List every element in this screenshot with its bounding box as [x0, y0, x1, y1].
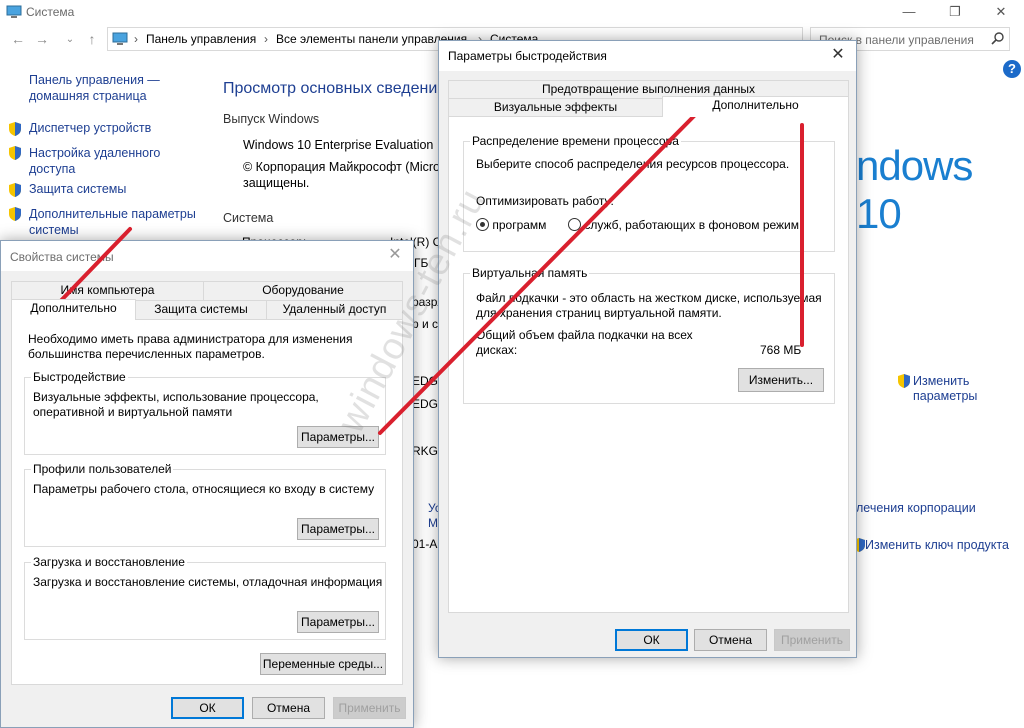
shield-icon: [8, 182, 22, 201]
radio-services-button[interactable]: [568, 218, 581, 231]
copyright-text: © Корпорация Майкрософт (Micro: [243, 160, 441, 174]
dialog-title: Параметры быстродействия: [448, 49, 607, 63]
chevron-right-icon: ›: [134, 32, 138, 46]
user-profiles-label: Профили пользователей: [31, 462, 174, 476]
page-title: Просмотр основных сведений: [223, 80, 447, 97]
change-settings-link-2[interactable]: параметры: [913, 389, 977, 403]
control-panel-icon: [112, 32, 128, 49]
tab-advanced[interactable]: Дополнительно: [662, 96, 849, 117]
computer-icon: [6, 5, 22, 22]
performance-desc: Визуальные эффекты, использование процес…: [33, 390, 319, 419]
processor-scheduling-group: Распределение времени процессора Выберит…: [463, 134, 835, 252]
virtual-memory-label: Виртуальная память: [470, 266, 590, 280]
user-profiles-settings-button[interactable]: Параметры...: [297, 518, 379, 540]
search-icon[interactable]: [991, 31, 1005, 48]
license-terms-link[interactable]: лечения корпорации: [856, 501, 976, 515]
close-icon[interactable]: ✕: [377, 241, 413, 271]
dialog-title: Свойства системы: [10, 250, 114, 264]
ok-button[interactable]: ОК: [615, 629, 688, 651]
main-titlebar: Система — ❐ ✕: [0, 0, 1024, 26]
performance-options-dialog: Параметры быстродействия ✕ Предотвращени…: [438, 40, 857, 658]
windows-10-logo: ndows 10: [856, 142, 973, 237]
apply-button[interactable]: Применить: [333, 697, 406, 719]
ok-button[interactable]: ОК: [171, 697, 244, 719]
tab-system-protection[interactable]: Защита системы: [135, 300, 267, 319]
processor-scheduling-label: Распределение времени процессора: [470, 134, 681, 148]
radio-background-services[interactable]: служб, работающих в фоновом режим: [568, 218, 830, 232]
shield-icon: [897, 373, 911, 392]
shield-icon: [8, 121, 22, 140]
shield-icon: [8, 206, 22, 225]
forward-icon[interactable]: →: [32, 31, 52, 47]
edition-value: Windows 10 Enterprise Evaluation: [243, 138, 434, 152]
window-title: Система: [26, 5, 75, 19]
advanced-tab-panel: Распределение времени процессора Выберит…: [448, 116, 849, 613]
system-properties-titlebar: Свойства системы ✕: [1, 241, 413, 271]
tab-hardware[interactable]: Оборудование: [203, 281, 403, 300]
change-settings-link[interactable]: Изменить: [913, 374, 969, 388]
chevron-right-icon: ›: [264, 32, 268, 46]
sidebar-item-remote-access[interactable]: Настройка удаленного доступа: [29, 145, 169, 177]
startup-recovery-desc: Загрузка и восстановление системы, отлад…: [33, 575, 383, 589]
close-icon[interactable]: ✕: [820, 41, 856, 71]
paging-total-label-2: дисках:: [476, 343, 518, 357]
minimize-button[interactable]: —: [886, 0, 932, 26]
virtual-memory-desc-2: для хранения страниц виртуальной памяти.: [476, 306, 722, 320]
cancel-button[interactable]: Отмена: [694, 629, 767, 651]
cancel-button[interactable]: Отмена: [252, 697, 325, 719]
product-id-fragment: 01-A: [412, 537, 438, 551]
environment-variables-button[interactable]: Переменные среды...: [260, 653, 386, 675]
change-product-key-link[interactable]: Изменить ключ продукта: [865, 538, 1009, 552]
radio-programs-label: программ: [492, 218, 547, 232]
processor-scheduling-desc: Выберите способ распределения ресурсов п…: [476, 157, 790, 171]
tab-computer-name[interactable]: Имя компьютера: [11, 281, 204, 300]
user-profiles-group: Профили пользователей Параметры рабочего…: [24, 462, 386, 547]
advanced-tab-panel: Необходимо иметь права администратора дл…: [11, 319, 403, 685]
edition-section-label: Выпуск Windows: [223, 112, 320, 126]
up-icon[interactable]: ↑: [82, 31, 102, 47]
system-section-label: Система: [223, 211, 274, 225]
close-button[interactable]: ✕: [978, 0, 1024, 26]
tab-visual-effects[interactable]: Визуальные эффекты: [448, 98, 663, 117]
virtual-memory-desc: Файл подкачки - это область на жестком д…: [476, 291, 822, 305]
startup-recovery-group: Загрузка и восстановление Загрузка и вос…: [24, 555, 386, 640]
startup-recovery-label: Загрузка и восстановление: [31, 555, 187, 569]
performance-label: Быстродействие: [31, 370, 128, 384]
optimize-label: Оптимизировать работу:: [476, 194, 614, 208]
sidebar-item-system-protection[interactable]: Защита системы: [29, 182, 126, 196]
breadcrumb-control-panel[interactable]: Панель управления: [146, 32, 256, 46]
user-profiles-desc: Параметры рабочего стола, относящиеся ко…: [33, 482, 375, 496]
copyright-text-2: защищены.: [243, 176, 310, 190]
back-icon[interactable]: ←: [8, 31, 28, 47]
virtual-memory-group: Виртуальная память Файл подкачки - это о…: [463, 266, 835, 404]
sidebar-item-device-manager[interactable]: Диспетчер устройств: [29, 121, 151, 135]
system-properties-dialog: Свойства системы ✕ Имя компьютера Оборуд…: [0, 240, 414, 728]
sidebar-item-advanced-settings[interactable]: Дополнительные параметры системы: [29, 206, 199, 238]
radio-programs[interactable]: программ: [476, 218, 546, 232]
paging-total-label: Общий объем файла подкачки на всех: [476, 328, 693, 342]
paging-total-value: 768 МБ: [760, 343, 802, 357]
startup-recovery-settings-button[interactable]: Параметры...: [297, 611, 379, 633]
admin-note: Необходимо иметь права администратора дл…: [28, 332, 353, 361]
help-icon[interactable]: ?: [1003, 60, 1021, 78]
apply-button[interactable]: Применить: [774, 629, 850, 651]
radio-services-label: служб, работающих в фоновом режим: [584, 218, 800, 232]
tab-advanced[interactable]: Дополнительно: [11, 299, 136, 320]
tab-remote[interactable]: Удаленный доступ: [266, 300, 403, 319]
sidebar-home-link[interactable]: Панель управления — домашняя страница: [29, 72, 179, 104]
activation-fragment-2[interactable]: М: [428, 516, 438, 530]
performance-options-titlebar: Параметры быстродействия ✕: [439, 41, 856, 71]
shield-icon: [8, 145, 22, 164]
maximize-button[interactable]: ❐: [932, 0, 978, 26]
change-virtual-memory-button[interactable]: Изменить...: [738, 368, 824, 392]
recent-pages-icon[interactable]: ⌄: [60, 34, 80, 45]
